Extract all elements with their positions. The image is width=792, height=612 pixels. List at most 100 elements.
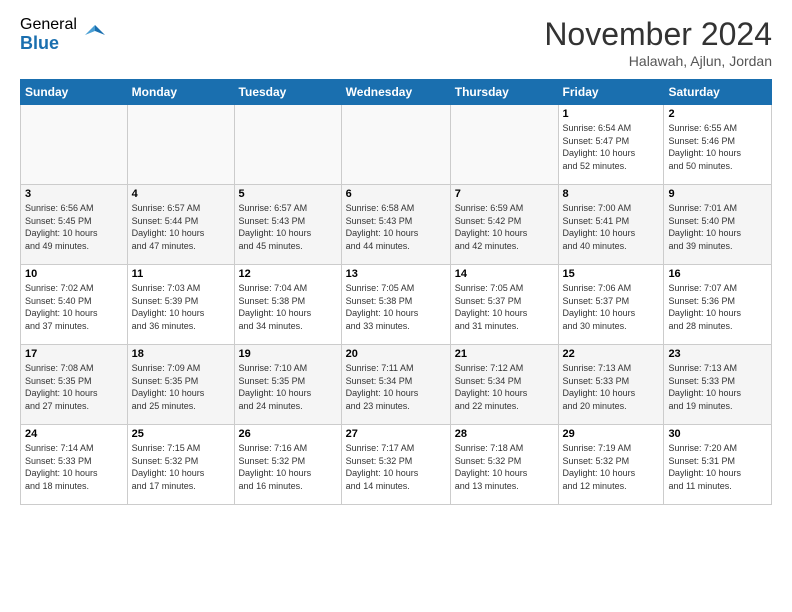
weekday-header-tuesday: Tuesday (234, 80, 341, 105)
day-info: Sunrise: 7:10 AM Sunset: 5:35 PM Dayligh… (239, 362, 337, 412)
day-number: 20 (346, 348, 446, 360)
day-number: 4 (132, 188, 230, 200)
day-number: 27 (346, 428, 446, 440)
day-number: 18 (132, 348, 230, 360)
day-cell-17: 17 Sunrise: 7:08 AM Sunset: 5:35 PM Dayli… (21, 345, 128, 425)
month-title: November 2024 (544, 16, 772, 53)
day-number: 26 (239, 428, 337, 440)
logo-icon (81, 21, 109, 49)
weekday-header-row: SundayMondayTuesdayWednesdayThursdayFrid… (21, 80, 772, 105)
day-info: Sunrise: 7:20 AM Sunset: 5:31 PM Dayligh… (668, 442, 767, 492)
week-row-3: 17 Sunrise: 7:08 AM Sunset: 5:35 PM Dayli… (21, 345, 772, 425)
day-cell-30: 30Sunrise: 7:20 AM Sunset: 5:31 PM Dayli… (664, 425, 772, 505)
day-number: 13 (346, 268, 446, 280)
weekday-header-sunday: Sunday (21, 80, 128, 105)
day-number: 16 (668, 268, 767, 280)
day-cell-19: 19 Sunrise: 7:10 AM Sunset: 5:35 PM Dayli… (234, 345, 341, 425)
day-info: Sunrise: 6:57 AM Sunset: 5:43 PM Dayligh… (239, 202, 337, 252)
week-row-4: 24Sunrise: 7:14 AM Sunset: 5:33 PM Dayli… (21, 425, 772, 505)
day-cell-12: 12 Sunrise: 7:04 AM Sunset: 5:38 PM Dayli… (234, 265, 341, 345)
day-number: 1 (563, 108, 660, 120)
weekday-header-wednesday: Wednesday (341, 80, 450, 105)
day-info: Sunrise: 7:09 AM Sunset: 5:35 PM Dayligh… (132, 362, 230, 412)
day-info: Sunrise: 6:55 AM Sunset: 5:46 PM Dayligh… (668, 122, 767, 172)
empty-cell (341, 105, 450, 185)
day-info: Sunrise: 7:02 AM Sunset: 5:40 PM Dayligh… (25, 282, 123, 332)
day-info: Sunrise: 7:03 AM Sunset: 5:39 PM Dayligh… (132, 282, 230, 332)
day-number: 12 (239, 268, 337, 280)
day-info: Sunrise: 7:12 AM Sunset: 5:34 PM Dayligh… (455, 362, 554, 412)
empty-cell (450, 105, 558, 185)
day-number: 21 (455, 348, 554, 360)
weekday-header-friday: Friday (558, 80, 664, 105)
day-number: 15 (563, 268, 660, 280)
week-row-2: 10Sunrise: 7:02 AM Sunset: 5:40 PM Dayli… (21, 265, 772, 345)
day-number: 28 (455, 428, 554, 440)
location: Halawah, Ajlun, Jordan (544, 53, 772, 69)
day-cell-21: 21 Sunrise: 7:12 AM Sunset: 5:34 PM Dayli… (450, 345, 558, 425)
day-number: 9 (668, 188, 767, 200)
logo-text: General Blue (20, 16, 77, 53)
weekday-header-saturday: Saturday (664, 80, 772, 105)
day-info: Sunrise: 7:15 AM Sunset: 5:32 PM Dayligh… (132, 442, 230, 492)
day-cell-8: 8Sunrise: 7:00 AM Sunset: 5:41 PM Daylig… (558, 185, 664, 265)
day-info: Sunrise: 7:08 AM Sunset: 5:35 PM Dayligh… (25, 362, 123, 412)
day-info: Sunrise: 7:05 AM Sunset: 5:37 PM Dayligh… (455, 282, 554, 332)
day-number: 11 (132, 268, 230, 280)
day-info: Sunrise: 7:05 AM Sunset: 5:38 PM Dayligh… (346, 282, 446, 332)
logo: General Blue (20, 16, 109, 53)
empty-cell (21, 105, 128, 185)
day-info: Sunrise: 7:13 AM Sunset: 5:33 PM Dayligh… (563, 362, 660, 412)
empty-cell (234, 105, 341, 185)
week-row-1: 3Sunrise: 6:56 AM Sunset: 5:45 PM Daylig… (21, 185, 772, 265)
day-info: Sunrise: 7:04 AM Sunset: 5:38 PM Dayligh… (239, 282, 337, 332)
day-info: Sunrise: 6:59 AM Sunset: 5:42 PM Dayligh… (455, 202, 554, 252)
title-section: November 2024 Halawah, Ajlun, Jordan (544, 16, 772, 69)
day-cell-18: 18 Sunrise: 7:09 AM Sunset: 5:35 PM Dayli… (127, 345, 234, 425)
empty-cell (127, 105, 234, 185)
day-number: 8 (563, 188, 660, 200)
day-cell-13: 13 Sunrise: 7:05 AM Sunset: 5:38 PM Dayli… (341, 265, 450, 345)
day-cell-10: 10Sunrise: 7:02 AM Sunset: 5:40 PM Dayli… (21, 265, 128, 345)
day-number: 17 (25, 348, 123, 360)
day-cell-25: 25Sunrise: 7:15 AM Sunset: 5:32 PM Dayli… (127, 425, 234, 505)
day-info: Sunrise: 7:13 AM Sunset: 5:33 PM Dayligh… (668, 362, 767, 412)
day-cell-27: 27 Sunrise: 7:17 AM Sunset: 5:32 PM Dayli… (341, 425, 450, 505)
day-number: 7 (455, 188, 554, 200)
day-cell-1: 1Sunrise: 6:54 AM Sunset: 5:47 PM Daylig… (558, 105, 664, 185)
day-info: Sunrise: 7:14 AM Sunset: 5:33 PM Dayligh… (25, 442, 123, 492)
day-number: 6 (346, 188, 446, 200)
weekday-header-monday: Monday (127, 80, 234, 105)
day-number: 23 (668, 348, 767, 360)
calendar: SundayMondayTuesdayWednesdayThursdayFrid… (20, 79, 772, 505)
day-info: Sunrise: 7:18 AM Sunset: 5:32 PM Dayligh… (455, 442, 554, 492)
day-info: Sunrise: 6:57 AM Sunset: 5:44 PM Dayligh… (132, 202, 230, 252)
page: General Blue November 2024 Halawah, Ajlu… (0, 0, 792, 612)
day-cell-16: 16 Sunrise: 7:07 AM Sunset: 5:36 PM Dayli… (664, 265, 772, 345)
day-number: 5 (239, 188, 337, 200)
day-info: Sunrise: 7:11 AM Sunset: 5:34 PM Dayligh… (346, 362, 446, 412)
day-number: 2 (668, 108, 767, 120)
day-cell-28: 28 Sunrise: 7:18 AM Sunset: 5:32 PM Dayli… (450, 425, 558, 505)
logo-blue: Blue (20, 34, 77, 54)
day-cell-29: 29Sunrise: 7:19 AM Sunset: 5:32 PM Dayli… (558, 425, 664, 505)
day-number: 19 (239, 348, 337, 360)
day-cell-22: 22 Sunrise: 7:13 AM Sunset: 5:33 PM Dayli… (558, 345, 664, 425)
day-info: Sunrise: 7:07 AM Sunset: 5:36 PM Dayligh… (668, 282, 767, 332)
header: General Blue November 2024 Halawah, Ajlu… (20, 16, 772, 69)
day-info: Sunrise: 7:06 AM Sunset: 5:37 PM Dayligh… (563, 282, 660, 332)
week-row-0: 1Sunrise: 6:54 AM Sunset: 5:47 PM Daylig… (21, 105, 772, 185)
day-cell-9: 9 Sunrise: 7:01 AM Sunset: 5:40 PM Daylig… (664, 185, 772, 265)
day-number: 22 (563, 348, 660, 360)
weekday-header-thursday: Thursday (450, 80, 558, 105)
day-cell-5: 5 Sunrise: 6:57 AM Sunset: 5:43 PM Daylig… (234, 185, 341, 265)
day-cell-23: 23 Sunrise: 7:13 AM Sunset: 5:33 PM Dayli… (664, 345, 772, 425)
day-number: 3 (25, 188, 123, 200)
day-cell-14: 14Sunrise: 7:05 AM Sunset: 5:37 PM Dayli… (450, 265, 558, 345)
day-info: Sunrise: 7:01 AM Sunset: 5:40 PM Dayligh… (668, 202, 767, 252)
day-info: Sunrise: 7:17 AM Sunset: 5:32 PM Dayligh… (346, 442, 446, 492)
day-cell-11: 11 Sunrise: 7:03 AM Sunset: 5:39 PM Dayli… (127, 265, 234, 345)
day-cell-20: 20 Sunrise: 7:11 AM Sunset: 5:34 PM Dayli… (341, 345, 450, 425)
day-cell-26: 26Sunrise: 7:16 AM Sunset: 5:32 PM Dayli… (234, 425, 341, 505)
day-cell-6: 6Sunrise: 6:58 AM Sunset: 5:43 PM Daylig… (341, 185, 450, 265)
